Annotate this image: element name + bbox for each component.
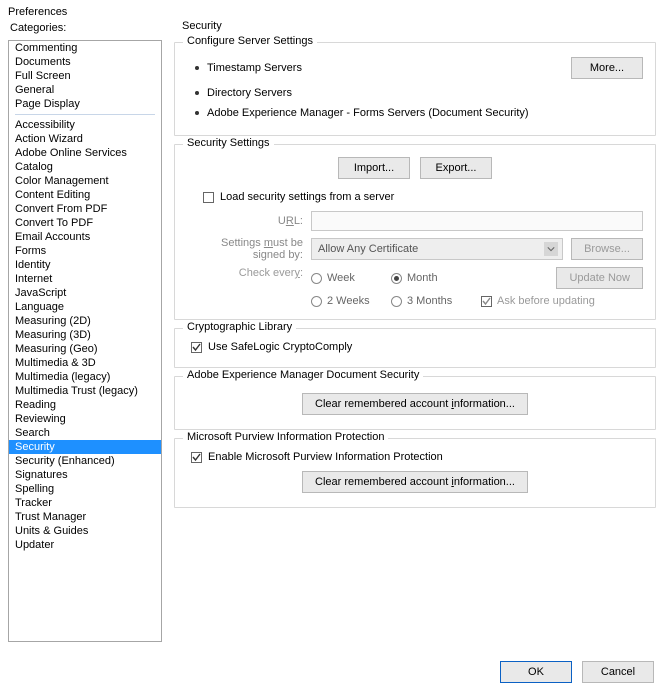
use-safelogic-checkbox[interactable] bbox=[191, 342, 202, 353]
category-item[interactable]: Reviewing bbox=[9, 412, 161, 426]
group-title-aem: Adobe Experience Manager Document Securi… bbox=[183, 369, 423, 381]
category-item[interactable]: Tracker bbox=[9, 496, 161, 510]
category-item[interactable]: Accessibility bbox=[9, 118, 161, 132]
category-item[interactable]: Spelling bbox=[9, 482, 161, 496]
load-settings-label: Load security settings from a server bbox=[220, 191, 394, 203]
category-item[interactable]: Search bbox=[9, 426, 161, 440]
radio-month[interactable]: Month bbox=[391, 272, 481, 284]
server-item-timestamp: Timestamp Servers bbox=[207, 62, 571, 74]
category-item[interactable]: Measuring (3D) bbox=[9, 328, 161, 342]
category-item[interactable]: Email Accounts bbox=[9, 230, 161, 244]
category-item[interactable]: Convert To PDF bbox=[9, 216, 161, 230]
category-item[interactable]: Adobe Online Services bbox=[9, 146, 161, 160]
category-item[interactable]: Security bbox=[9, 440, 161, 454]
category-item[interactable]: Forms bbox=[9, 244, 161, 258]
bullet-icon bbox=[195, 66, 199, 70]
bullet-icon bbox=[195, 111, 199, 115]
group-server-settings: Configure Server Settings Timestamp Serv… bbox=[174, 42, 656, 136]
category-item[interactable]: Units & Guides bbox=[9, 524, 161, 538]
signed-by-label: Settings must be signed by: bbox=[187, 237, 311, 261]
category-item[interactable]: General bbox=[9, 83, 161, 97]
clear-aem-button[interactable]: Clear remembered account information... bbox=[302, 393, 528, 415]
group-purview: Microsoft Purview Information Protection… bbox=[174, 438, 656, 508]
server-item-directory: Directory Servers bbox=[207, 87, 643, 99]
category-item[interactable]: Signatures bbox=[9, 468, 161, 482]
export-button[interactable]: Export... bbox=[420, 157, 492, 179]
category-item[interactable]: Language bbox=[9, 300, 161, 314]
category-item[interactable]: Content Editing bbox=[9, 188, 161, 202]
group-security-settings: Security Settings Import... Export... Lo… bbox=[174, 144, 656, 320]
panel-title: Security bbox=[182, 20, 222, 32]
category-item[interactable]: Commenting bbox=[9, 41, 161, 55]
category-item[interactable]: Convert From PDF bbox=[9, 202, 161, 216]
categories-listbox[interactable]: CommentingDocumentsFull ScreenGeneralPag… bbox=[8, 40, 162, 642]
clear-purview-button[interactable]: Clear remembered account information... bbox=[302, 471, 528, 493]
more-button[interactable]: More... bbox=[571, 57, 643, 79]
radio-week[interactable]: Week bbox=[311, 272, 391, 284]
server-item-aem: Adobe Experience Manager - Forms Servers… bbox=[207, 107, 643, 119]
import-button[interactable]: Import... bbox=[338, 157, 410, 179]
category-item[interactable]: Updater bbox=[9, 538, 161, 552]
group-title-server: Configure Server Settings bbox=[183, 35, 317, 47]
url-label: URL: bbox=[187, 215, 311, 227]
ask-before-updating-checkbox[interactable]: Ask before updating bbox=[481, 295, 595, 307]
category-item[interactable]: Internet bbox=[9, 272, 161, 286]
window-title: Preferences bbox=[0, 0, 664, 22]
signed-by-select[interactable]: Allow Any Certificate bbox=[311, 238, 563, 260]
list-divider bbox=[15, 114, 155, 115]
ok-button[interactable]: OK bbox=[500, 661, 572, 683]
category-item[interactable]: Action Wizard bbox=[9, 132, 161, 146]
bullet-icon bbox=[195, 91, 199, 95]
category-item[interactable]: Measuring (2D) bbox=[9, 314, 161, 328]
category-item[interactable]: Measuring (Geo) bbox=[9, 342, 161, 356]
category-item[interactable]: Security (Enhanced) bbox=[9, 454, 161, 468]
category-item[interactable]: Multimedia (legacy) bbox=[9, 370, 161, 384]
category-item[interactable]: Full Screen bbox=[9, 69, 161, 83]
category-item[interactable]: Trust Manager bbox=[9, 510, 161, 524]
category-item[interactable]: Color Management bbox=[9, 174, 161, 188]
update-now-button[interactable]: Update Now bbox=[556, 267, 643, 289]
category-item[interactable]: JavaScript bbox=[9, 286, 161, 300]
categories-label: Categories: bbox=[8, 22, 162, 40]
check-every-label: Check every: bbox=[187, 267, 311, 279]
enable-purview-label: Enable Microsoft Purview Information Pro… bbox=[208, 451, 443, 463]
group-title-security-settings: Security Settings bbox=[183, 137, 274, 149]
category-item[interactable]: Catalog bbox=[9, 160, 161, 174]
group-aem: Adobe Experience Manager Document Securi… bbox=[174, 376, 656, 430]
category-item[interactable]: Page Display bbox=[9, 97, 161, 111]
group-crypto: Cryptographic Library Use SafeLogic Cryp… bbox=[174, 328, 656, 368]
load-settings-checkbox[interactable] bbox=[203, 192, 214, 203]
category-item[interactable]: Identity bbox=[9, 258, 161, 272]
enable-purview-checkbox[interactable] bbox=[191, 452, 202, 463]
url-input[interactable] bbox=[311, 211, 643, 231]
group-title-crypto: Cryptographic Library bbox=[183, 321, 296, 333]
category-item[interactable]: Reading bbox=[9, 398, 161, 412]
category-item[interactable]: Documents bbox=[9, 55, 161, 69]
use-safelogic-label: Use SafeLogic CryptoComply bbox=[208, 341, 352, 353]
browse-button[interactable]: Browse... bbox=[571, 238, 643, 260]
category-item[interactable]: Multimedia Trust (legacy) bbox=[9, 384, 161, 398]
category-item[interactable]: Multimedia & 3D bbox=[9, 356, 161, 370]
chevron-down-icon bbox=[544, 242, 558, 256]
cancel-button[interactable]: Cancel bbox=[582, 661, 654, 683]
radio-3months[interactable]: 3 Months bbox=[391, 295, 481, 307]
radio-2weeks[interactable]: 2 Weeks bbox=[311, 295, 391, 307]
group-title-purview: Microsoft Purview Information Protection bbox=[183, 431, 388, 443]
